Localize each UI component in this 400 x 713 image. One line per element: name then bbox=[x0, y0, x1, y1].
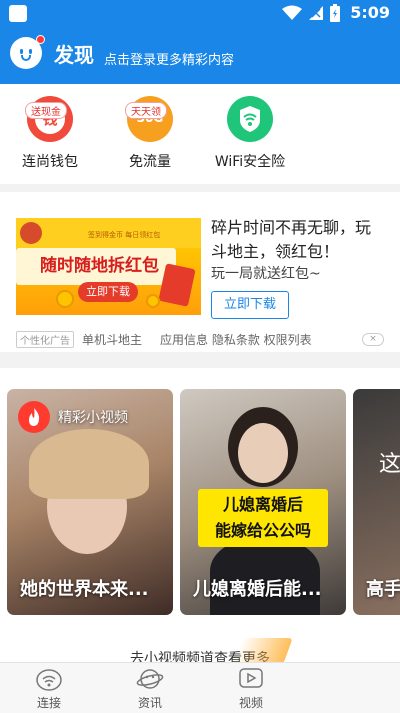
watermark-decoration bbox=[233, 638, 293, 664]
status-bar: 5:09 bbox=[0, 0, 400, 28]
battery-icon bbox=[330, 3, 341, 22]
wifi-shield-icon bbox=[227, 96, 273, 142]
close-icon[interactable]: × bbox=[362, 333, 384, 346]
tool-wifi-insurance[interactable]: WiFi安全险 bbox=[195, 96, 305, 171]
planet-icon bbox=[136, 666, 164, 692]
tool-wallet[interactable]: 钱 送现金 连尚钱包 bbox=[0, 96, 105, 171]
cell-signal-icon bbox=[309, 5, 324, 20]
tool-label: 连尚钱包 bbox=[22, 154, 78, 170]
wallet-tag: 送现金 bbox=[25, 102, 67, 119]
page-title: 发现 bbox=[54, 43, 94, 67]
play-icon bbox=[237, 666, 265, 692]
wifi-signal-icon bbox=[282, 5, 303, 20]
section-label: 精彩小视频 bbox=[58, 410, 128, 426]
tool-free-data[interactable]: 30G 天天领 免流量 bbox=[95, 96, 205, 171]
status-icons: 5:09 bbox=[282, 3, 390, 22]
ad-description: 玩一局就送红包~ bbox=[211, 266, 321, 282]
coin-icon bbox=[56, 290, 74, 308]
fire-icon bbox=[18, 401, 50, 433]
video-card[interactable]: 精彩小视频 她的世界本来... bbox=[7, 389, 173, 615]
notification-app-icon bbox=[9, 5, 27, 22]
ad-links[interactable]: 应用信息 隐私条款 权限列表 bbox=[160, 331, 312, 348]
clock: 5:09 bbox=[350, 3, 390, 22]
notification-dot bbox=[36, 35, 45, 44]
video-title: 儿媳离婚后能... bbox=[193, 579, 322, 600]
ad-card: 签到得金币 每日领红包 随时随地拆红包 立即下载 碎片时间不再无聊，玩斗地主，领… bbox=[0, 192, 400, 352]
coin-icon bbox=[146, 294, 160, 308]
banner-button: 立即下载 bbox=[78, 282, 138, 302]
caption-line: 儿媳离婚后 bbox=[222, 495, 303, 514]
download-button[interactable]: 立即下载 bbox=[211, 291, 289, 319]
tool-label: 免流量 bbox=[129, 154, 171, 170]
caption-line: 能嫁给公公吗 bbox=[214, 521, 311, 540]
video-caption: 儿媳离婚后 能嫁给公公吗 bbox=[198, 489, 328, 547]
person-figure bbox=[238, 423, 288, 483]
ad-tag: 个性化广告 bbox=[16, 331, 74, 348]
bottom-nav: 连接 资讯 视频 bbox=[0, 662, 400, 713]
avatar[interactable] bbox=[10, 35, 45, 69]
nav-item-connect[interactable]: 连接 bbox=[14, 666, 84, 711]
avatar-mouth bbox=[21, 55, 31, 61]
tool-label: WiFi安全险 bbox=[214, 154, 286, 170]
red-envelope-icon bbox=[158, 263, 196, 307]
avatar-eye bbox=[20, 49, 23, 54]
video-section: 精彩小视频 她的世界本来... 儿媳离婚后 能嫁给公公吗 儿媳离婚后能... 这… bbox=[0, 368, 400, 665]
video-overlay-text: 这 bbox=[379, 452, 400, 477]
ad-app-name: 单机斗地主 bbox=[82, 333, 143, 347]
wifi-shield-glyph bbox=[240, 106, 260, 132]
header: 发现 点击登录更多精彩内容 bbox=[0, 28, 400, 84]
video-title: 她的世界本来... bbox=[20, 579, 149, 600]
nav-item-news[interactable]: 资讯 bbox=[115, 666, 185, 711]
avatar-eye bbox=[29, 49, 32, 54]
nav-item-video[interactable]: 视频 bbox=[216, 666, 286, 711]
hair-figure bbox=[29, 429, 149, 499]
video-card[interactable]: 这 高手 bbox=[353, 389, 400, 615]
ad-title[interactable]: 碎片时间不再无聊，玩斗地主，领红包！ bbox=[211, 216, 386, 264]
wifi-icon bbox=[35, 666, 63, 692]
nav-label: 资讯 bbox=[137, 696, 162, 710]
banner-character-icon bbox=[20, 222, 42, 244]
nav-label: 连接 bbox=[36, 696, 61, 710]
ad-footer: 个性化广告 单机斗地主 应用信息 隐私条款 权限列表 bbox=[16, 331, 312, 348]
banner-small-text: 签到得金币 每日领红包 bbox=[88, 231, 161, 239]
video-card[interactable]: 儿媳离婚后 能嫁给公公吗 儿媳离婚后能... bbox=[180, 389, 346, 615]
nav-label: 视频 bbox=[238, 696, 263, 710]
free-data-tag: 天天领 bbox=[125, 102, 167, 119]
login-prompt[interactable]: 点击登录更多精彩内容 bbox=[104, 49, 234, 68]
video-title: 高手 bbox=[366, 579, 400, 600]
banner-text: 随时随地拆红包 bbox=[40, 256, 159, 276]
quick-tools: 钱 送现金 连尚钱包 30G 天天领 免流量 WiFi安全险 bbox=[0, 84, 400, 184]
ad-banner-image[interactable]: 签到得金币 每日领红包 随时随地拆红包 立即下载 bbox=[16, 218, 201, 315]
